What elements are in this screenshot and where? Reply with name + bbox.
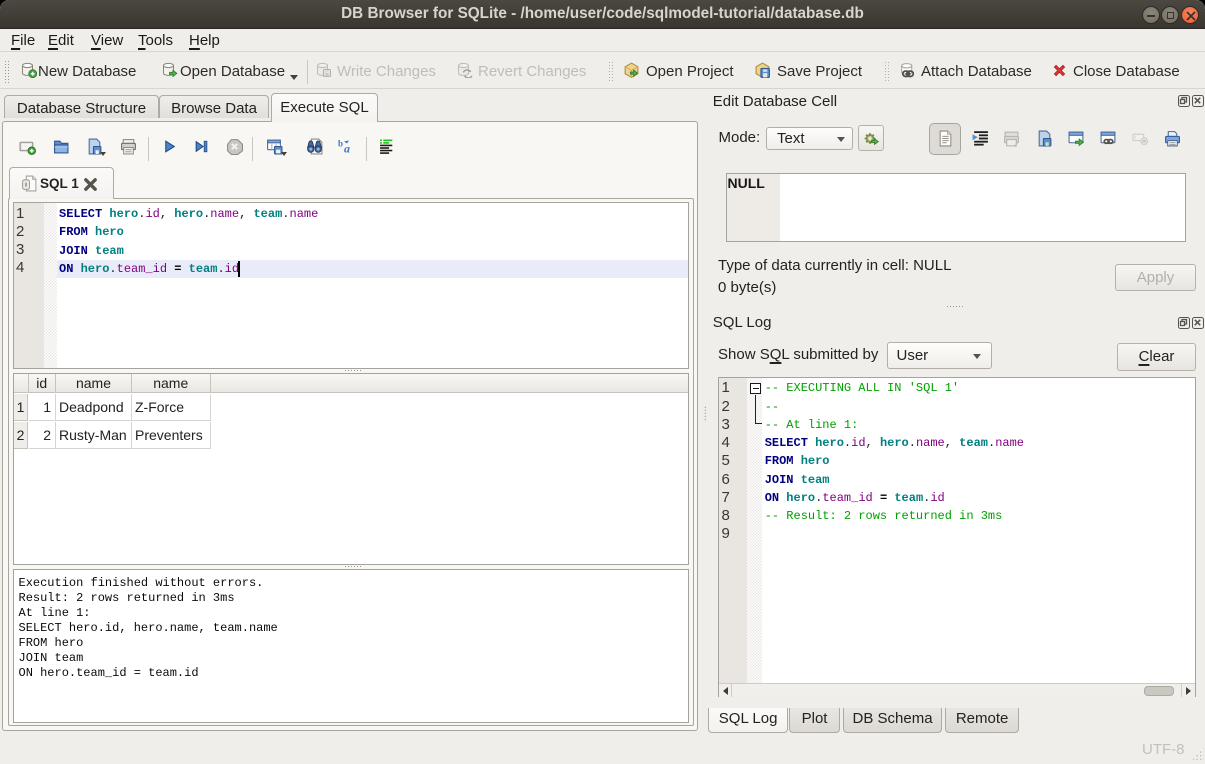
svg-text:a: a: [344, 142, 350, 156]
svg-text:b: b: [338, 139, 343, 149]
